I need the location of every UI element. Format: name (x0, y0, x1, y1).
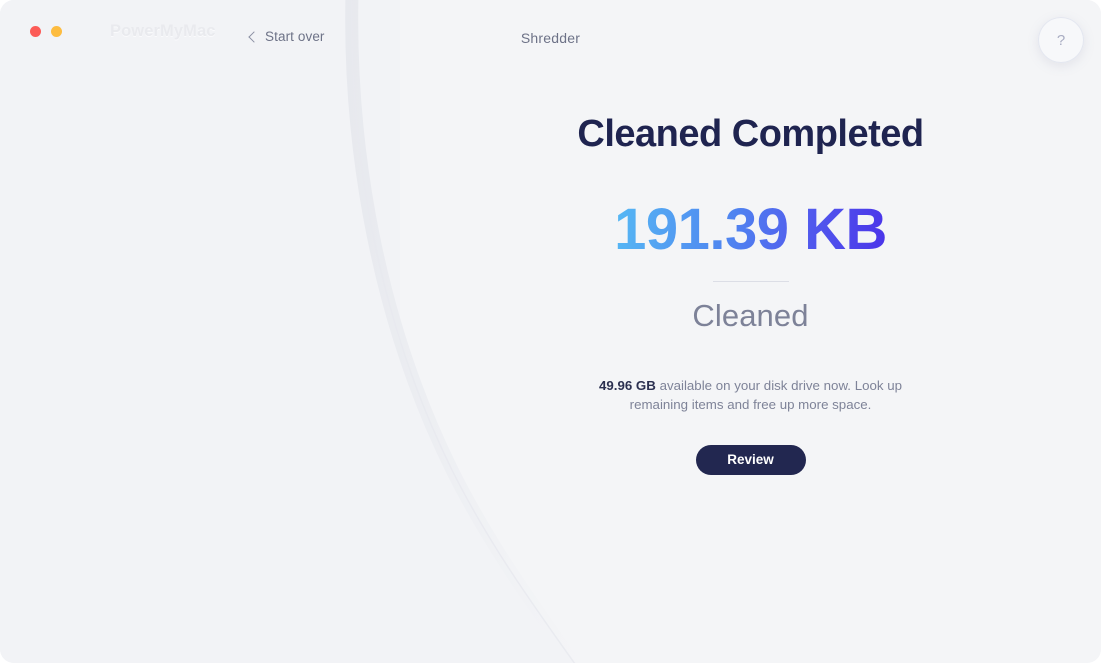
help-button[interactable]: ? (1038, 17, 1084, 63)
result-headline: Cleaned Completed (577, 113, 924, 155)
start-over-button[interactable]: Start over (248, 29, 325, 44)
cleaned-label: Cleaned (692, 298, 809, 333)
cleaned-amount: 191.39 KB (614, 197, 887, 262)
chevron-left-icon (248, 30, 260, 43)
review-button[interactable]: Review (695, 444, 806, 475)
traffic-lights (30, 26, 62, 37)
question-mark-icon: ? (1056, 31, 1066, 49)
titlebar: PowerMyMac Start over (0, 0, 400, 62)
minimize-window-button[interactable] (51, 26, 62, 37)
app-brand-watermark: PowerMyMac (110, 22, 216, 40)
disk-space-description: 49.96 GB available on your disk drive no… (586, 377, 916, 415)
description-text: available on your disk drive now. Look u… (629, 378, 903, 412)
start-over-label: Start over (265, 29, 325, 44)
close-window-button[interactable] (30, 26, 41, 37)
app-window: PowerMyMac Start over Shredder ? Junk Cl… (0, 0, 1101, 663)
free-space-amount: 49.96 GB (598, 378, 656, 393)
sidebar (0, 0, 400, 663)
divider (712, 281, 789, 282)
